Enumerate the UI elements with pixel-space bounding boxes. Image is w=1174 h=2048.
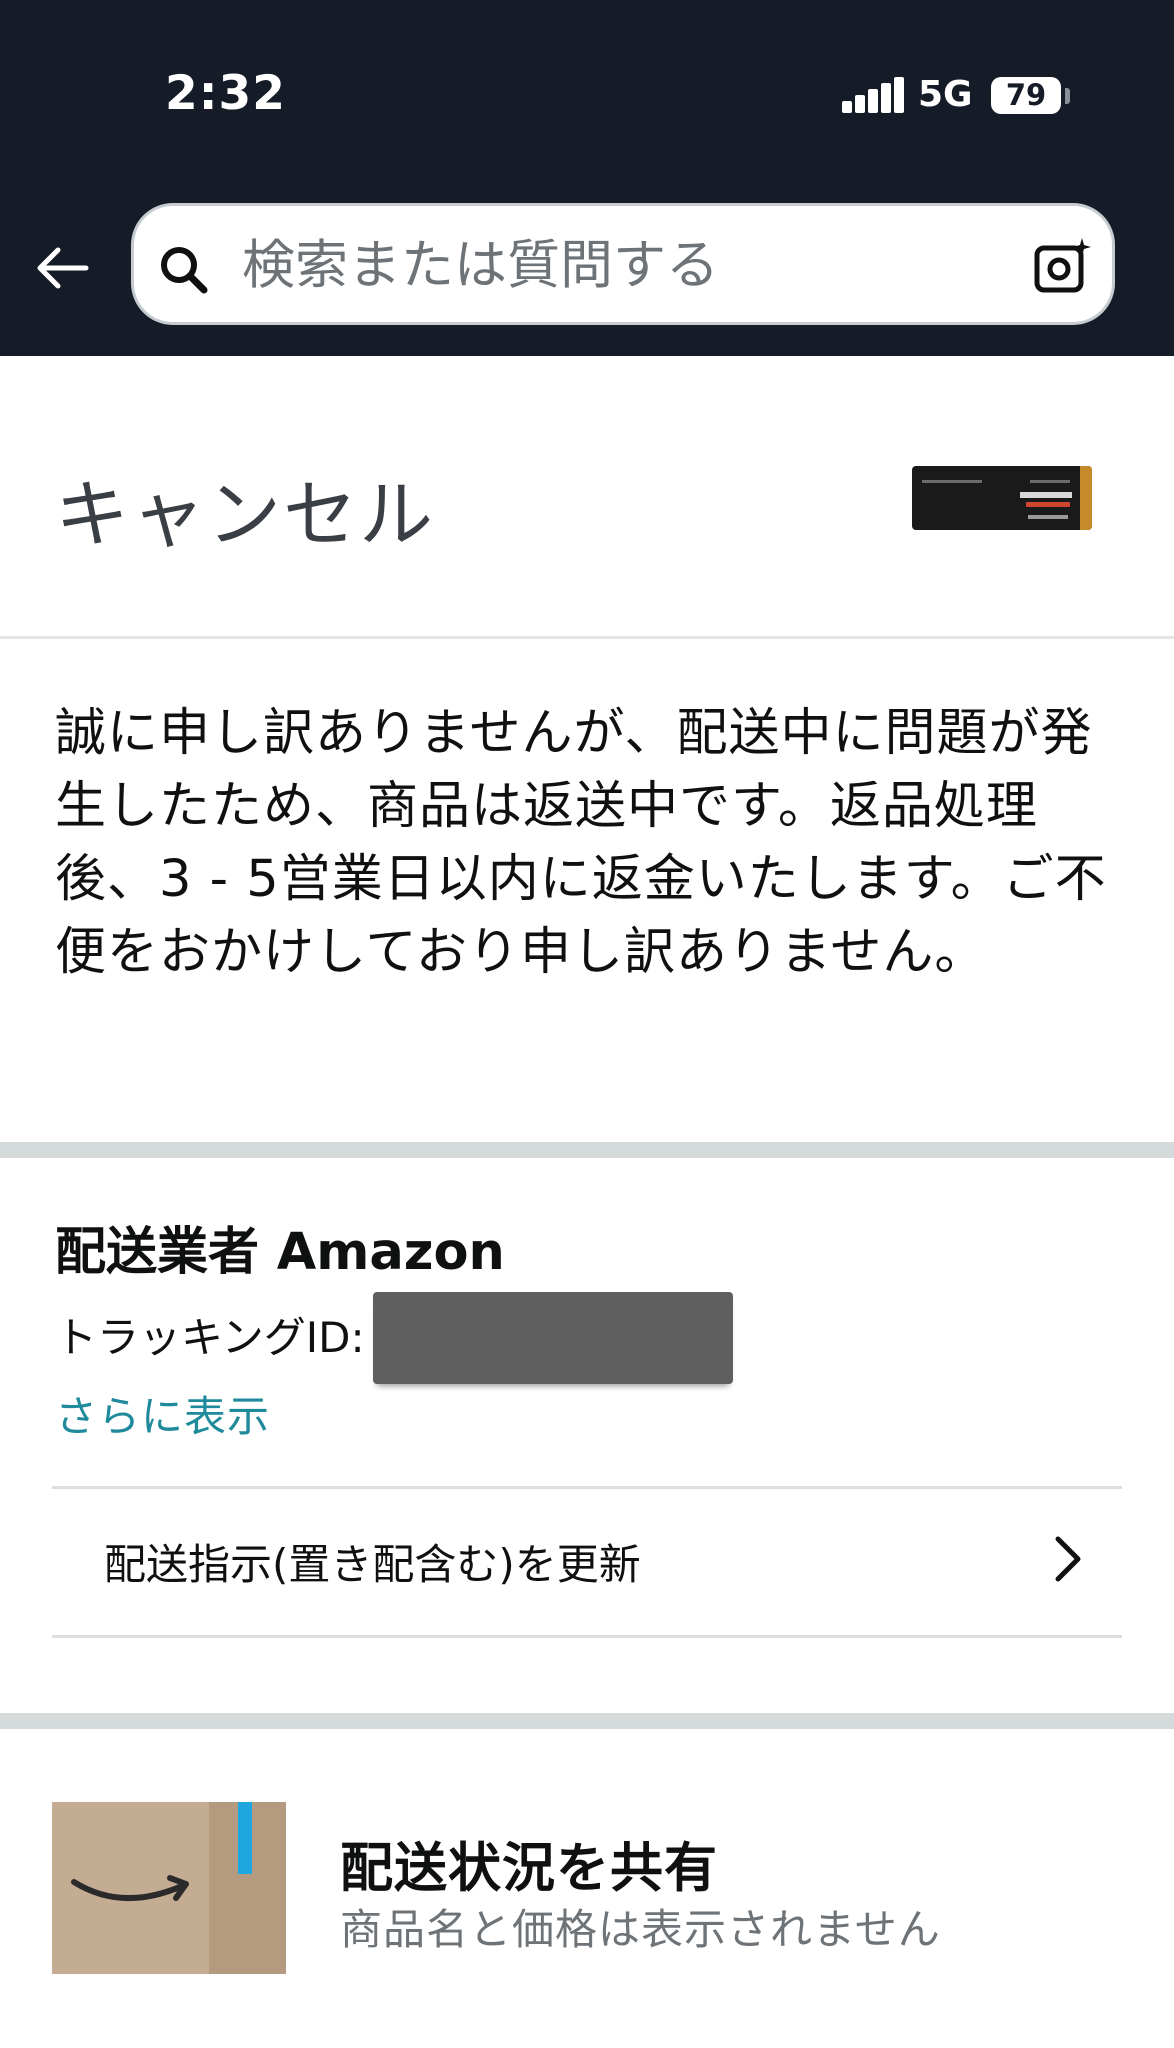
network-type: 5G [918, 74, 973, 115]
carrier-label: 配送業者 Amazon [55, 1223, 505, 1282]
status-time: 2:32 [165, 66, 286, 121]
order-status-title: キャンセル [55, 472, 435, 558]
share-delivery-title[interactable]: 配送状況を共有 [340, 1826, 718, 1902]
update-delivery-instructions-label: 配送指示(置き配含む)を更新 [104, 1540, 641, 1589]
camera-icon[interactable] [1032, 236, 1094, 298]
refund-message: 誠に申し訳ありませんが、配送中に問題が発生したため、商品は返送中です。返品処理後… [55, 704, 1107, 982]
section-separator [0, 1142, 1174, 1158]
show-more-link[interactable]: さらに表示 [55, 1383, 270, 1444]
back-arrow-icon[interactable] [30, 236, 94, 300]
product-thumbnail[interactable] [912, 466, 1092, 530]
battery-icon: 79 [991, 77, 1061, 114]
search-input[interactable] [240, 226, 1004, 304]
top-header: 2:32 5G 79 [0, 0, 1174, 356]
signal-icon [842, 77, 904, 113]
search-bar[interactable] [131, 203, 1115, 325]
divider [52, 1635, 1122, 1638]
tracking-id-redacted [373, 1292, 733, 1384]
section-separator [0, 1713, 1174, 1729]
chevron-right-icon [1055, 1536, 1081, 1582]
tracking-id-label: トラッキングID: [55, 1313, 365, 1362]
battery-tip [1065, 88, 1070, 104]
update-delivery-instructions-row[interactable]: 配送指示(置き配含む)を更新 [52, 1489, 1122, 1635]
share-delivery-subtitle: 商品名と価格は表示されません [340, 1905, 941, 1954]
amazon-box-icon[interactable] [52, 1802, 286, 1974]
search-icon [161, 247, 208, 294]
divider [0, 636, 1174, 639]
